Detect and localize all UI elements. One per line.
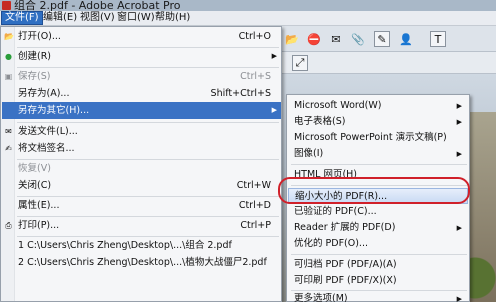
submenu-item-label: 可印刷 PDF (PDF/X)(X)	[294, 275, 397, 286]
menu-item-send-file[interactable]: ✉ 发送文件(L)...	[2, 123, 281, 140]
file-menu: 📂 打开(O)... Ctrl+O ● 创建(R) ▶ ▣ 保存(S) Ctrl…	[0, 26, 282, 302]
delete-page-icon[interactable]: ⛔	[306, 31, 322, 47]
menu-item-label: 保存(S)	[18, 71, 51, 82]
toolbar: 📂 ⛔ ✉ 📎 ✎ 👤 T	[270, 26, 496, 52]
menu-item-label: 2 C:\Users\Chris Zheng\Desktop\...\植物大战僵…	[18, 257, 267, 268]
menu-item-revert[interactable]: 恢复(V)	[2, 160, 281, 177]
menu-item-label: 打印(P)...	[18, 220, 60, 231]
attach-icon[interactable]: 📎	[350, 31, 366, 47]
submenu-arrow-icon: ▶	[456, 224, 462, 232]
menu-item-sign-document[interactable]: ✍ 将文档签名...	[2, 140, 281, 157]
sign-icon[interactable]: 👤	[398, 31, 414, 47]
shortcut-label: Ctrl+O	[238, 31, 271, 42]
acrobat-icon	[2, 1, 11, 10]
menu-item-label: 另存为其它(H)...	[18, 105, 90, 116]
submenu-arrow-icon: ▶	[456, 150, 462, 158]
menu-item-label: 创建(R)	[18, 51, 52, 62]
menu-item-save-as-other[interactable]: 另存为其它(H)... ▶	[2, 102, 281, 119]
save-icon: ▣	[4, 72, 13, 81]
menu-item-print[interactable]: ⎙ 打印(P)... Ctrl+P	[2, 217, 281, 234]
window-title: 组合 2.pdf - Adobe Acrobat Pro	[14, 0, 181, 11]
fit-page-icon[interactable]: ⤢	[292, 55, 308, 71]
menu-separator	[291, 254, 467, 255]
shortcut-label: Ctrl+P	[240, 220, 271, 231]
submenu-arrow-icon: ▶	[456, 102, 462, 110]
submenu-item-optimized-pdf[interactable]: 优化的 PDF(O)...	[288, 236, 468, 252]
stamp-icon[interactable]: ✎	[374, 31, 390, 47]
menu-edit[interactable]: 编辑(E)	[40, 11, 80, 25]
submenu-item-label: 图像(I)	[294, 148, 324, 159]
menu-bar: 文件(F) 编辑(E) 视图(V) 窗口(W) 帮助(H)	[0, 11, 496, 26]
submenu-item-label: 可归档 PDF (PDF/A)(A)	[294, 259, 397, 270]
shortcut-label: Ctrl+D	[238, 200, 271, 211]
sign-pen-icon: ✍	[5, 144, 12, 153]
menu-file[interactable]: 文件(F)	[1, 11, 43, 25]
send-mail-icon: ✉	[5, 127, 12, 136]
submenu-item-label: 已验证的 PDF(C)...	[294, 206, 377, 217]
menu-item-save-as[interactable]: 另存为(A)... Shift+Ctrl+S	[2, 85, 281, 102]
menu-item-open[interactable]: 📂 打开(O)... Ctrl+O	[2, 28, 281, 45]
menu-item-label: 1 C:\Users\Chris Zheng\Desktop\...\组合 2.…	[18, 240, 232, 251]
submenu-item-word[interactable]: Microsoft Word(W) ▶	[288, 98, 468, 114]
secondary-toolbar: ⤢	[270, 52, 496, 74]
shortcut-label: Shift+Ctrl+S	[210, 88, 271, 99]
folder-icon[interactable]: 📂	[284, 31, 300, 47]
create-icon: ●	[5, 52, 12, 61]
menu-view[interactable]: 视图(V)	[77, 11, 118, 25]
submenu-item-label: Reader 扩展的 PDF(D)	[294, 222, 396, 233]
submenu-item-reader-extended-pdf[interactable]: Reader 扩展的 PDF(D) ▶	[288, 220, 468, 236]
title-bar: 组合 2.pdf - Adobe Acrobat Pro	[0, 0, 496, 11]
menu-item-recent-2[interactable]: 2 C:\Users\Chris Zheng\Desktop\...\植物大战僵…	[2, 254, 281, 271]
submenu-item-pdfa[interactable]: 可归档 PDF (PDF/A)(A)	[288, 257, 468, 273]
submenu-item-label: 更多选项(M)	[294, 293, 348, 302]
submenu-item-powerpoint[interactable]: Microsoft PowerPoint 演示文稿(P)	[288, 130, 468, 146]
shortcut-label: Ctrl+W	[236, 180, 271, 191]
menu-item-close[interactable]: 关闭(C) Ctrl+W	[2, 177, 281, 194]
submenu-item-label: 优化的 PDF(O)...	[294, 238, 368, 249]
menu-item-properties[interactable]: 属性(E)... Ctrl+D	[2, 197, 281, 214]
menu-item-recent-1[interactable]: 1 C:\Users\Chris Zheng\Desktop\...\组合 2.…	[2, 237, 281, 254]
menu-item-label: 另存为(A)...	[18, 88, 70, 99]
submenu-arrow-icon: ▶	[271, 52, 277, 60]
menu-item-label: 将文档签名...	[18, 143, 75, 154]
submenu-item-label: 电子表格(S)	[294, 116, 346, 127]
annotation-highlight-oval	[278, 177, 470, 204]
menu-item-create[interactable]: ● 创建(R) ▶	[2, 48, 281, 65]
submenu-item-more-options[interactable]: 更多选项(M) ▶	[288, 291, 468, 302]
submenu-item-spreadsheet[interactable]: 电子表格(S) ▶	[288, 114, 468, 130]
submenu-arrow-icon: ▶	[456, 295, 462, 302]
submenu-item-certified-pdf[interactable]: 已验证的 PDF(C)...	[288, 204, 468, 220]
menu-item-label: 关闭(C)	[18, 180, 52, 191]
menu-item-label: 属性(E)...	[18, 200, 60, 211]
menu-item-label: 恢复(V)	[18, 163, 51, 174]
menu-item-label: 打开(O)...	[18, 31, 61, 42]
submenu-item-pdfx[interactable]: 可印刷 PDF (PDF/X)(X)	[288, 273, 468, 289]
open-folder-icon: 📂	[4, 32, 14, 41]
menu-item-save[interactable]: ▣ 保存(S) Ctrl+S	[2, 68, 281, 85]
submenu-item-label: Microsoft PowerPoint 演示文稿(P)	[294, 132, 447, 143]
printer-icon: ⎙	[5, 221, 12, 230]
submenu-item-label: Microsoft Word(W)	[294, 100, 382, 111]
menu-item-label: 发送文件(L)...	[18, 126, 78, 137]
submenu-arrow-icon: ▶	[456, 118, 462, 126]
text-tool-icon[interactable]: T	[430, 31, 446, 47]
submenu-arrow-icon: ▶	[271, 106, 277, 114]
comment-icon[interactable]: ✉	[328, 31, 344, 47]
shortcut-label: Ctrl+S	[240, 71, 271, 82]
menu-help[interactable]: 帮助(H)	[152, 11, 193, 25]
menu-separator	[291, 164, 467, 165]
submenu-item-image[interactable]: 图像(I) ▶	[288, 146, 468, 162]
